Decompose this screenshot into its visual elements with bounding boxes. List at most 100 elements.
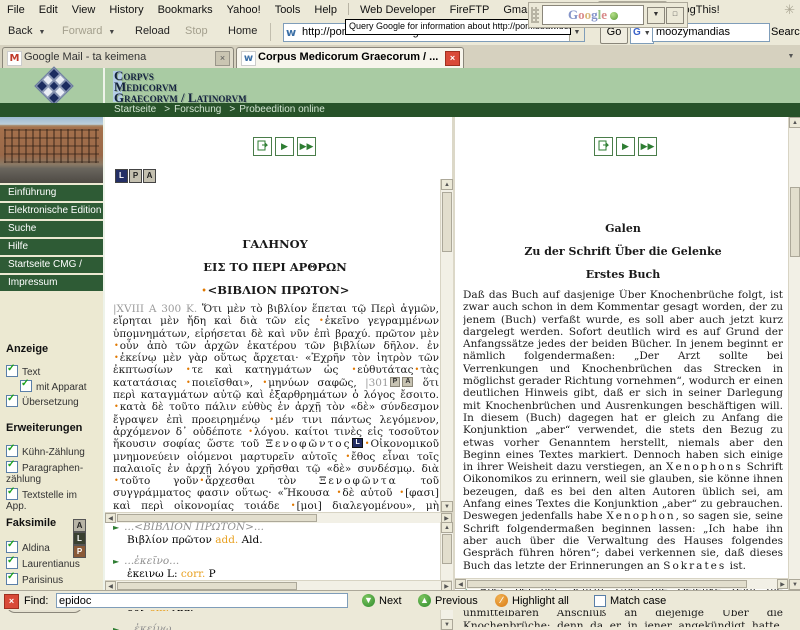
sidebar-item-startseite-cmg-cml[interactable]: Startseite CMG / CML bbox=[0, 257, 103, 273]
triangle-marker-icon[interactable]: ► bbox=[113, 625, 119, 630]
facsimile-l-button[interactable]: L bbox=[115, 169, 128, 183]
find-next-button[interactable]: Next bbox=[379, 595, 402, 607]
match-case-checkbox[interactable] bbox=[594, 595, 606, 607]
checkbox-icon[interactable] bbox=[20, 380, 32, 392]
checkbox-icon[interactable] bbox=[6, 461, 18, 473]
apparatus-entry: ►...<ΒΙΒΛΙΟΝ ΠΡΩΤΟΝ>... Βιβλίον πρῶτον a… bbox=[113, 521, 439, 546]
breadcrumb-probeedition[interactable]: Probeedition online bbox=[239, 104, 325, 115]
chevron-down-icon[interactable]: ▼ bbox=[644, 30, 651, 37]
scroll-down-icon[interactable]: ▼ bbox=[789, 579, 800, 590]
checkbox-kuehn-zaehlung[interactable]: Kühn-Zählung bbox=[6, 445, 85, 458]
checkbox-textstelle-im-app[interactable]: Textstelle im App. bbox=[6, 488, 94, 512]
menu-item-view[interactable]: View bbox=[65, 1, 103, 16]
main-scrollbar[interactable]: ▲ ▼ bbox=[788, 117, 800, 590]
sidebar-item-elektronische-edition[interactable]: Elektronische Edition bbox=[0, 203, 103, 219]
google-toolbar-widget[interactable]: Google ▼ □ bbox=[528, 2, 688, 28]
scroll-up-icon[interactable]: ▲ bbox=[441, 179, 453, 190]
next-book-button[interactable]: ▶▶ bbox=[297, 137, 316, 156]
checkbox-icon[interactable] bbox=[6, 488, 18, 500]
checkbox-parisinus[interactable]: Parisinus bbox=[6, 573, 63, 586]
menu-item-history[interactable]: History bbox=[102, 1, 150, 16]
scrollbar-thumb[interactable] bbox=[117, 582, 297, 590]
triangle-marker-icon[interactable]: ► bbox=[113, 523, 119, 532]
stop-button[interactable]: Stop bbox=[185, 25, 208, 37]
page-jump-button[interactable] bbox=[253, 137, 272, 156]
menu-item-help[interactable]: Help bbox=[307, 1, 344, 16]
checkbox-icon[interactable] bbox=[6, 541, 18, 553]
menu-item-fireftp[interactable]: FireFTP bbox=[443, 1, 497, 16]
find-next-icon[interactable]: ▼ bbox=[362, 594, 375, 607]
find-previous-button[interactable]: Previous bbox=[435, 595, 478, 607]
checkbox-icon[interactable] bbox=[6, 365, 18, 377]
greek-title-book: •<ΒΙΒΛΙΟΝ ΠΡΩΤΟΝ> bbox=[110, 283, 440, 297]
checkbox-icon[interactable] bbox=[6, 445, 18, 457]
checkbox-paragraphenzaehlung[interactable]: Paragraphen-zählung bbox=[6, 461, 94, 485]
close-icon[interactable]: × bbox=[215, 51, 230, 66]
next-section-button[interactable]: ▶ bbox=[616, 137, 635, 156]
scrollbar-thumb[interactable] bbox=[790, 187, 800, 257]
scroll-right-icon[interactable]: ▶ bbox=[777, 579, 788, 589]
tab-gmail[interactable]: M Google Mail - ta keimena × bbox=[2, 47, 234, 68]
reload-button[interactable]: Reload bbox=[135, 25, 170, 37]
close-icon[interactable]: × bbox=[445, 51, 460, 66]
sidebar-item-hilfe[interactable]: Hilfe bbox=[0, 239, 103, 255]
forward-button[interactable]: Forward ▼ bbox=[62, 25, 115, 37]
menu-item-edit[interactable]: Edit bbox=[32, 1, 65, 16]
highlight-all-button[interactable]: Highlight all bbox=[512, 595, 569, 607]
facsimile-a-button[interactable]: A bbox=[73, 519, 86, 532]
scroll-left-icon[interactable]: ◀ bbox=[455, 579, 466, 589]
menu-item-bookmarks[interactable]: Bookmarks bbox=[151, 1, 220, 16]
widget-restore-button[interactable]: □ bbox=[666, 7, 684, 24]
checkbox-icon[interactable] bbox=[6, 557, 18, 569]
apparatus-lemma: ...ἐκείνῳ... bbox=[124, 623, 181, 630]
match-case-label[interactable]: Match case bbox=[610, 595, 666, 607]
facsimile-p-button[interactable]: P bbox=[129, 169, 142, 183]
checkbox-icon[interactable] bbox=[6, 395, 18, 407]
sidebar-item-impressum[interactable]: Impressum bbox=[0, 275, 103, 291]
apparatus-scrollbar[interactable]: ▲ ▼ bbox=[440, 522, 453, 630]
list-all-tabs-icon[interactable]: ▼ bbox=[784, 49, 798, 64]
checkbox-icon[interactable] bbox=[6, 573, 18, 585]
find-previous-icon[interactable]: ▲ bbox=[418, 594, 431, 607]
checkbox-laurentianus[interactable]: Laurentianus bbox=[6, 557, 80, 570]
breadcrumb-startseite[interactable]: Startseite bbox=[114, 104, 156, 115]
chevron-down-icon[interactable]: ▼ bbox=[108, 29, 115, 36]
highlight-all-icon[interactable]: ∕ bbox=[495, 594, 508, 607]
menu-item-yahoo[interactable]: Yahoo! bbox=[220, 1, 268, 16]
facsimile-l-button[interactable]: L bbox=[73, 532, 86, 545]
scrollbar-thumb[interactable] bbox=[442, 534, 452, 564]
scrollbar-thumb[interactable] bbox=[467, 580, 747, 588]
next-book-button[interactable]: ▶▶ bbox=[638, 137, 657, 156]
facsimile-a-button[interactable]: A bbox=[143, 169, 156, 183]
menu-item-tools[interactable]: Tools bbox=[268, 1, 308, 16]
breadcrumb-forschung[interactable]: Forschung bbox=[174, 104, 221, 115]
checkbox-aldina[interactable]: Aldina bbox=[6, 541, 50, 554]
scroll-down-icon[interactable]: ▼ bbox=[441, 619, 453, 630]
green-ball-icon bbox=[610, 12, 618, 20]
triangle-marker-icon[interactable]: ► bbox=[113, 557, 119, 566]
back-button[interactable]: Back ▼ bbox=[8, 25, 45, 37]
next-section-button[interactable]: ▶ bbox=[275, 137, 294, 156]
scroll-up-icon[interactable]: ▲ bbox=[441, 522, 453, 533]
scrollbar-thumb[interactable] bbox=[442, 192, 452, 252]
greek-text-scrollbar[interactable]: ▲ ▼ bbox=[440, 179, 453, 512]
page-jump-button[interactable] bbox=[594, 137, 613, 156]
find-input[interactable] bbox=[56, 593, 348, 608]
scroll-up-icon[interactable]: ▲ bbox=[789, 117, 800, 128]
close-icon[interactable]: × bbox=[4, 594, 19, 609]
sidebar-item-suche[interactable]: Suche bbox=[0, 221, 103, 237]
scroll-down-icon[interactable]: ▼ bbox=[441, 501, 453, 512]
chevron-down-icon[interactable]: ▼ bbox=[39, 29, 46, 36]
german-h-scrollbar[interactable]: ◀ ▶ bbox=[455, 578, 788, 589]
sidebar-item-einfuehrung[interactable]: Einführung bbox=[0, 185, 103, 201]
checkbox-text[interactable]: Text bbox=[6, 365, 40, 378]
tab-corpus-medicorum[interactable]: w Corpus Medicorum Graecorum / ... × bbox=[236, 47, 464, 68]
drag-handle-icon[interactable] bbox=[531, 7, 539, 23]
widget-dropdown-button[interactable]: ▼ bbox=[647, 7, 665, 24]
menu-item-web-developer[interactable]: Web Developer bbox=[353, 1, 443, 16]
menu-item-file[interactable]: File bbox=[0, 1, 32, 16]
checkbox-mit-apparat[interactable]: mit Apparat bbox=[20, 380, 87, 393]
search-button[interactable]: Search bbox=[771, 26, 800, 38]
checkbox-uebersetzung[interactable]: Übersetzung bbox=[6, 395, 79, 408]
home-button[interactable]: Home bbox=[228, 25, 257, 37]
